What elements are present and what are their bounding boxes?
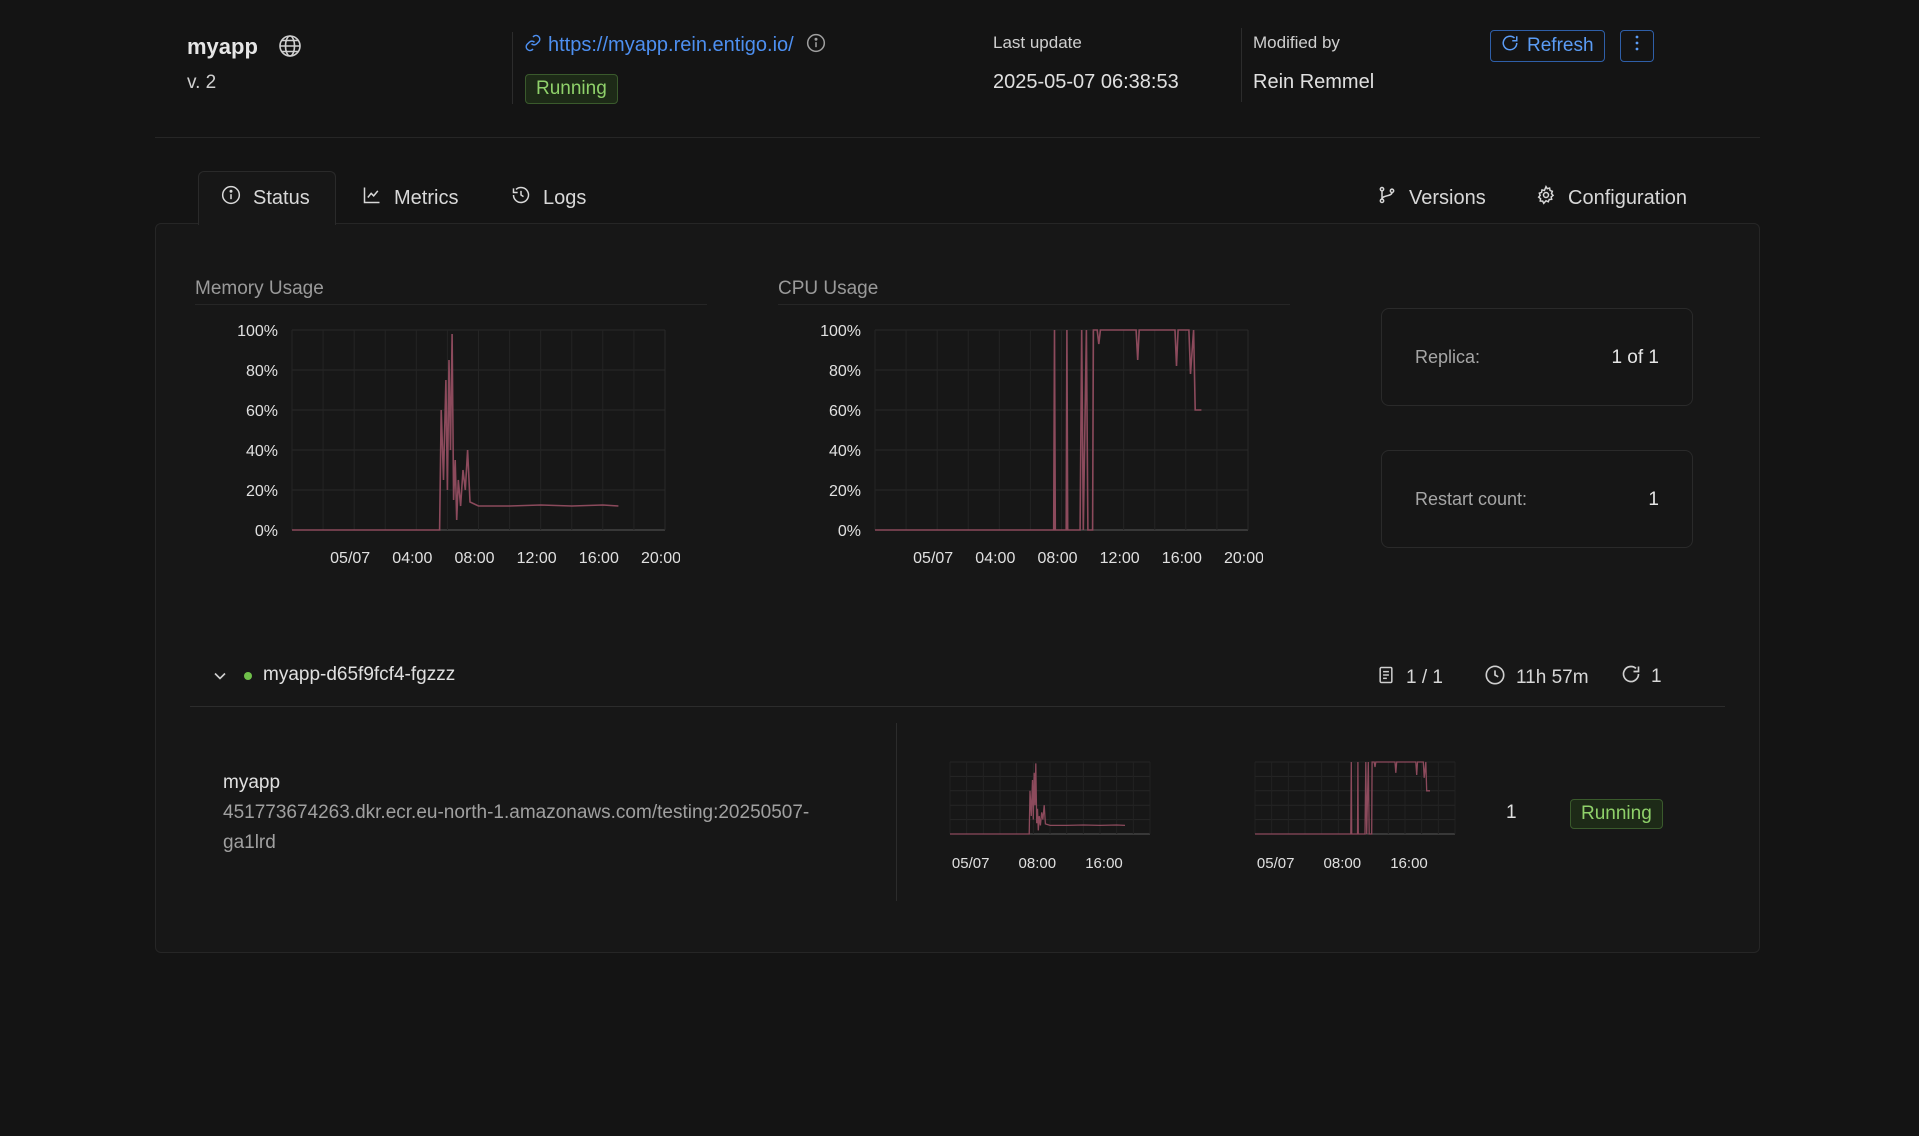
modified-by-value: Rein Remmel: [1253, 71, 1375, 93]
pod-name[interactable]: myapp-d65f9fcf4-fgzzz: [263, 664, 455, 686]
more-options-button[interactable]: [1620, 30, 1654, 62]
modified-by-label: Modified by: [1253, 33, 1340, 52]
mini-cpu-x-tick-label: 16:00: [1390, 855, 1428, 872]
mini-memory-x-tick-label: 16:00: [1085, 855, 1123, 872]
info-icon[interactable]: [806, 33, 826, 58]
memory-chart-x-tick-label: 20:00: [641, 550, 680, 567]
link-icon: [524, 34, 542, 57]
pod-restarts: 1: [1621, 664, 1662, 690]
memory-chart-x-tick-label: 04:00: [392, 550, 432, 567]
container-image-line1: 451773674263.dkr.ecr.eu-north-1.amazonaw…: [223, 802, 810, 823]
memory-chart-series-line: [292, 333, 619, 531]
header-divider: [155, 137, 1760, 138]
memory-chart-x-tick-label: 16:00: [579, 550, 619, 567]
mini-cpu-x-tick-label: 08:00: [1324, 855, 1362, 872]
tab-configuration[interactable]: Configuration: [1536, 185, 1687, 211]
tab-versions-label: Versions: [1409, 186, 1486, 209]
restart-count-card: Restart count: 1: [1381, 450, 1693, 548]
document-icon: [1376, 664, 1396, 692]
globe-icon[interactable]: [278, 34, 302, 63]
refresh-icon: [1501, 34, 1519, 58]
container-status-badge: Running: [1570, 799, 1663, 829]
cpu-chart-y-tick-label: 100%: [820, 323, 861, 340]
tab-status-label: Status: [253, 186, 310, 209]
cpu-chart-y-tick-label: 40%: [829, 443, 861, 460]
pod-status-dot: [244, 672, 252, 680]
gear-icon: [1536, 185, 1556, 211]
chevron-down-icon: [210, 672, 230, 690]
container-cpu-sparkline: 05/07 08:00 16:00: [1254, 761, 1456, 872]
pod-uptime-value: 11h 57m: [1516, 667, 1589, 688]
replica-value: 1 of 1: [1611, 347, 1659, 368]
git-branch-icon: [1377, 185, 1397, 211]
app-url-link[interactable]: https://myapp.rein.entigo.io/: [548, 34, 794, 57]
restart-icon: [1621, 664, 1641, 690]
cpu-chart-title: CPU Usage: [778, 278, 879, 299]
cpu-chart-y-tick-label: 0%: [838, 523, 861, 540]
last-update-value: 2025-05-07 06:38:53: [993, 71, 1179, 93]
container-memory-sparkline: 05/07 08:00 16:00: [949, 761, 1151, 872]
container-name: myapp: [223, 772, 281, 793]
memory-chart-y-tick-label: 60%: [246, 403, 278, 420]
tab-metrics-label: Metrics: [394, 186, 459, 209]
pod-restarts-value: 1: [1651, 666, 1662, 687]
tab-versions[interactable]: Versions: [1377, 185, 1486, 211]
last-update-label: Last update: [993, 33, 1082, 52]
refresh-label: Refresh: [1527, 35, 1594, 56]
app-version: v. 2: [187, 72, 217, 93]
mini-memory-x-tick-label: 05/07: [952, 855, 990, 872]
restart-count-label: Restart count:: [1415, 489, 1528, 509]
memory-chart-y-tick-label: 40%: [246, 443, 278, 460]
pod-expand-toggle[interactable]: [210, 666, 230, 691]
mini-memory-x-tick-label: 08:00: [1019, 855, 1057, 872]
restart-count-value: 1: [1648, 489, 1659, 510]
cpu-chart-x-tick-label: 12:00: [1100, 550, 1140, 567]
mini-memory-series-line: [950, 763, 1126, 835]
app-status-badge: Running: [525, 74, 618, 104]
tab-logs-label: Logs: [543, 186, 587, 209]
container-restart-count: 1: [1506, 802, 1517, 823]
line-chart-icon: [362, 185, 382, 211]
app-name: myapp: [187, 34, 258, 59]
container-divider: [896, 723, 897, 901]
cpu-usage-chart: 100% 80% 60% 40% 20% 0% 05/07 04:00 08:00 12:00 16…: [820, 323, 1263, 567]
cpu-chart-x-tick-label: 08:00: [1037, 550, 1077, 567]
history-icon: [511, 185, 531, 211]
tab-configuration-label: Configuration: [1568, 186, 1687, 209]
cpu-chart-x-tick-label: 20:00: [1224, 550, 1263, 567]
memory-chart-x-tick-label: 12:00: [517, 550, 557, 567]
info-icon: [221, 185, 241, 211]
cpu-chart-y-tick-label: 20%: [829, 483, 861, 500]
cpu-chart-y-tick-label: 80%: [829, 363, 861, 380]
tab-status[interactable]: Status: [221, 185, 310, 211]
container-image-line2: ga1lrd: [223, 832, 276, 853]
replica-card: Replica: 1 of 1: [1381, 308, 1693, 406]
refresh-button[interactable]: Refresh: [1490, 30, 1605, 62]
mini-cpu-series-line: [1255, 761, 1430, 835]
replica-label: Replica:: [1415, 347, 1481, 367]
memory-chart-x-tick-label: 05/07: [330, 550, 370, 567]
memory-chart-y-tick-label: 0%: [255, 523, 278, 540]
more-vertical-icon: [1634, 34, 1640, 58]
memory-chart-title: Memory Usage: [195, 278, 324, 299]
memory-chart-y-tick-label: 100%: [237, 323, 278, 340]
memory-chart-y-tick-label: 20%: [246, 483, 278, 500]
pod-divider: [190, 706, 1725, 707]
cpu-chart-series-line: [875, 329, 1202, 531]
cpu-chart-x-tick-label: 05/07: [913, 550, 953, 567]
cpu-chart-x-tick-label: 16:00: [1162, 550, 1202, 567]
memory-chart-y-tick-label: 80%: [246, 363, 278, 380]
clock-icon: [1484, 664, 1506, 692]
pod-containers-value: 1 / 1: [1406, 667, 1443, 688]
memory-chart-x-tick-label: 08:00: [454, 550, 494, 567]
pod-containers: 1 / 1: [1376, 664, 1443, 692]
mini-cpu-x-tick-label: 05/07: [1257, 855, 1295, 872]
tab-metrics[interactable]: Metrics: [362, 185, 458, 211]
tab-logs[interactable]: Logs: [511, 185, 586, 211]
memory-usage-chart: 100% 80% 60% 40% 20% 0% 05/07 04:00 08:00 12:00 16…: [237, 323, 680, 567]
cpu-chart-y-tick-label: 60%: [829, 403, 861, 420]
pod-uptime: 11h 57m: [1484, 664, 1589, 692]
cpu-chart-x-tick-label: 04:00: [975, 550, 1015, 567]
